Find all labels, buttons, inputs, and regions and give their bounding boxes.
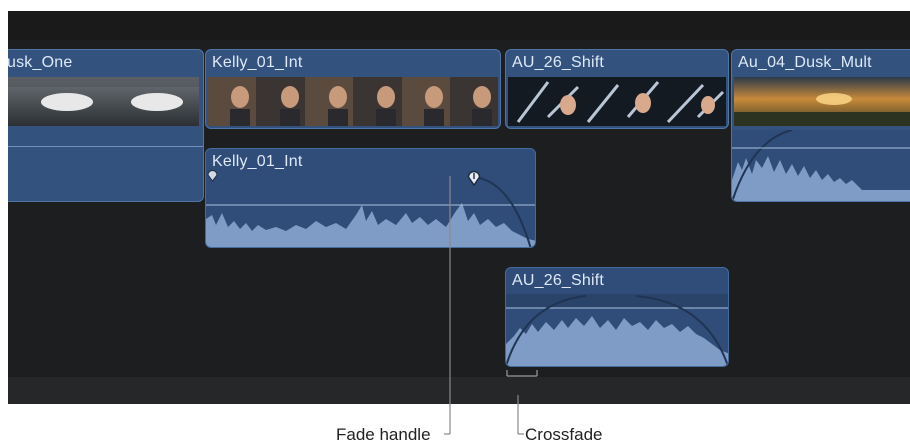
crossfade-label: Crossfade <box>525 425 603 444</box>
fade-handle-label: Fade handle <box>336 425 431 444</box>
annotation-lines <box>444 176 538 435</box>
